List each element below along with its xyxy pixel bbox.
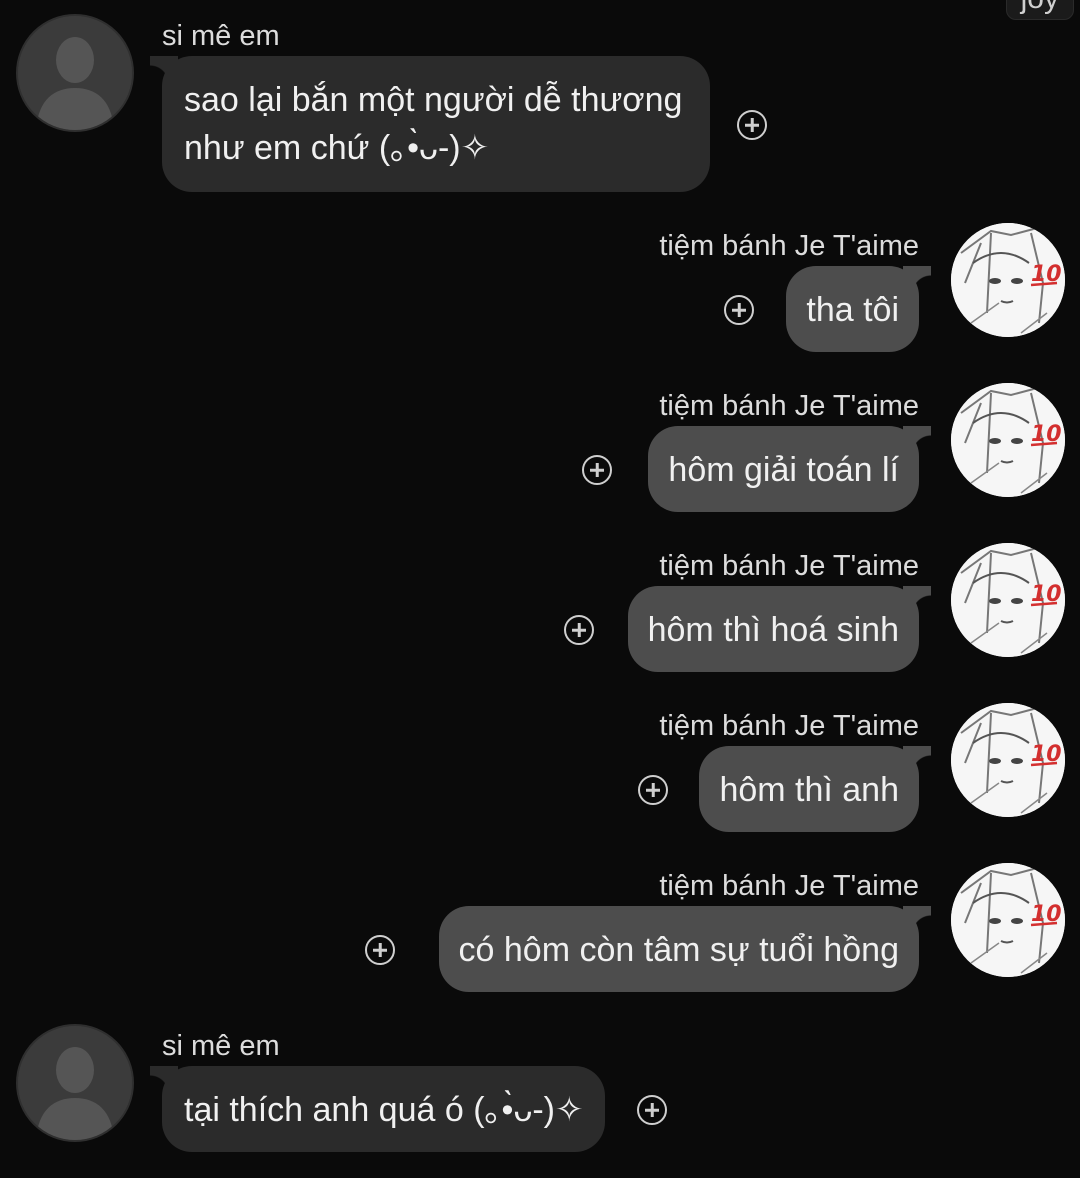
message-bubble[interactable]: tha tôi	[786, 266, 931, 352]
sender-name: tiệm bánh Je T'aime	[659, 870, 919, 902]
sender-avatar[interactable]	[16, 1024, 134, 1142]
message-text: tha tôi	[806, 291, 899, 329]
message-bubble[interactable]: hôm thì hoá sinh	[627, 586, 932, 672]
add-reaction-icon[interactable]	[637, 1095, 667, 1125]
manga-girl-avatar-icon: 10	[951, 863, 1065, 977]
own-avatar[interactable]: 10	[951, 863, 1065, 977]
message-text: có hôm còn tâm sự tuổi hồng	[458, 931, 899, 969]
sender-name: tiệm bánh Je T'aime	[659, 710, 919, 742]
sender-name: tiệm bánh Je T'aime	[659, 390, 919, 422]
manga-girl-avatar-icon: 10	[951, 383, 1065, 497]
manga-girl-avatar-icon: 10	[951, 543, 1065, 657]
sender-name: si mê em	[162, 20, 280, 52]
add-reaction-icon[interactable]	[564, 615, 594, 645]
add-reaction-icon[interactable]	[724, 295, 754, 325]
manga-girl-avatar-icon: 10	[951, 223, 1065, 337]
default-user-avatar-icon	[18, 1026, 132, 1140]
message-bubble[interactable]: tại thích anh quá ó (｡•̀ᴗ-)✧	[149, 1066, 606, 1152]
own-avatar[interactable]: 10	[951, 543, 1065, 657]
top-corner-chip: joy	[1005, 0, 1074, 20]
manga-girl-avatar-icon: 10	[951, 703, 1065, 817]
message-text-line: như em chứ (｡•̀ᴗ-)✧	[184, 129, 490, 167]
own-avatar[interactable]: 10	[951, 703, 1065, 817]
message-bubble[interactable]: hôm thì anh	[699, 746, 931, 832]
top-chip-text: joy	[1021, 0, 1059, 15]
add-reaction-icon[interactable]	[582, 455, 612, 485]
sender-avatar[interactable]	[16, 14, 134, 132]
own-avatar[interactable]: 10	[951, 223, 1065, 337]
sender-name: si mê em	[162, 1030, 280, 1062]
default-user-avatar-icon	[18, 16, 132, 130]
message-bubble[interactable]: có hôm còn tâm sự tuổi hồng	[438, 906, 932, 992]
message-text: hôm thì anh	[719, 771, 899, 809]
own-avatar[interactable]: 10	[951, 383, 1065, 497]
message-bubble[interactable]: sao lại bắn một người dễ thương như em c…	[150, 56, 710, 192]
add-reaction-icon[interactable]	[737, 110, 767, 140]
message-text: tại thích anh quá ó (｡•̀ᴗ-)✧	[184, 1091, 584, 1129]
message-text-line: sao lại bắn một người dễ thương	[184, 81, 683, 119]
message-text: hôm giải toán lí	[668, 451, 899, 489]
sender-name: tiệm bánh Je T'aime	[659, 550, 919, 582]
add-reaction-icon[interactable]	[365, 935, 395, 965]
add-reaction-icon[interactable]	[638, 775, 668, 805]
sender-name: tiệm bánh Je T'aime	[659, 230, 919, 262]
message-text: hôm thì hoá sinh	[647, 611, 899, 649]
message-bubble[interactable]: hôm giải toán lí	[648, 426, 931, 512]
